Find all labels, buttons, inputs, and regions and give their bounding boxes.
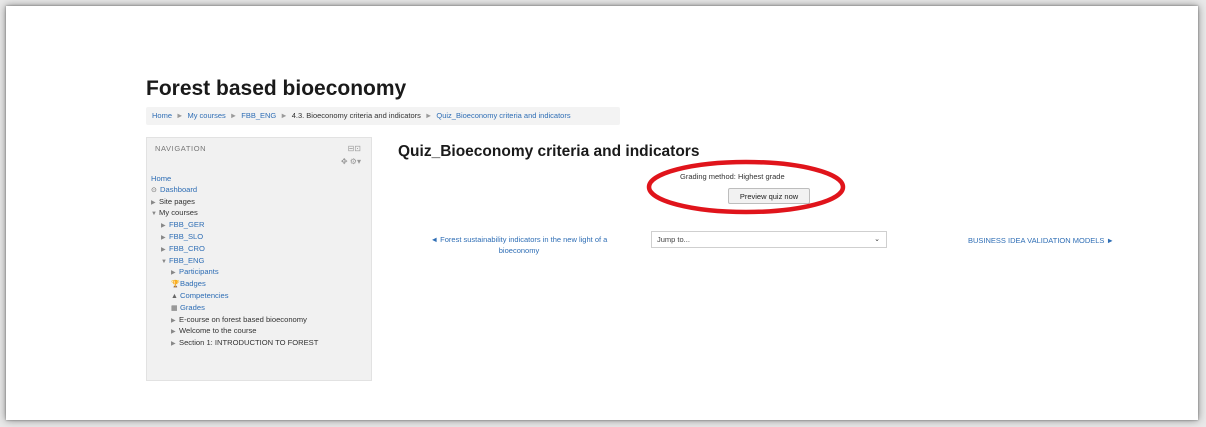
breadcrumb-separator: ►: [176, 111, 184, 120]
nav-item-competencies[interactable]: ▲ Competencies: [151, 291, 318, 303]
nav-item-home[interactable]: Home: [151, 174, 318, 185]
dock-block-icon[interactable]: ⊟⊡: [348, 144, 361, 153]
nav-item-fbb-cro[interactable]: ▶ FBB_CRO: [151, 244, 318, 256]
nav-item-label: Dashboard: [160, 184, 198, 194]
navigation-tree: Home ⊙ Dashboard ▶ Site pages ▼ My courses …: [151, 174, 318, 350]
collapse-arrow-icon: ▼: [161, 258, 167, 265]
site-title: Forest based bioeconomy: [146, 77, 407, 100]
nav-item-label: Badges: [180, 279, 206, 289]
nav-item-label: Site pages: [159, 196, 195, 206]
next-activity-link[interactable]: BUSINESS IDEA VALIDATION MODELS ►: [968, 236, 1114, 245]
nav-item-label: FBB_SLO: [169, 231, 204, 241]
breadcrumb-section[interactable]: 4.3. Bioeconomy criteria and indicators: [292, 111, 421, 120]
navigation-block: NAVIGATION ⊟⊡ ✥ ⚙▾ Home ⊙ Dashboard ▶ Site…: [146, 137, 372, 381]
nav-item-label: My courses: [159, 208, 198, 218]
navigation-title: NAVIGATION: [155, 144, 207, 153]
nav-item-participants[interactable]: ▶ Participants: [151, 267, 318, 279]
nav-item-label: E-course on forest based bioeconomy: [179, 314, 307, 324]
table-icon: ▦: [171, 304, 178, 312]
nav-item-badges[interactable]: 🏆Badges: [151, 279, 318, 291]
nav-item-label: Section 1: INTRODUCTION TO FOREST: [179, 338, 319, 348]
breadcrumb-separator: ►: [280, 111, 288, 120]
dashboard-icon: ⊙: [151, 186, 157, 194]
nav-item-dashboard[interactable]: ⊙ Dashboard: [151, 185, 318, 197]
expand-arrow-icon: ▶: [171, 329, 176, 336]
preview-quiz-button[interactable]: Preview quiz now: [728, 188, 810, 204]
expand-arrow-icon: ▶: [161, 223, 166, 230]
nav-item-site-pages[interactable]: ▶ Site pages: [151, 197, 318, 209]
nav-item-welcome[interactable]: ▶ Welcome to the course: [151, 326, 318, 338]
nav-item-fbb-slo[interactable]: ▶ FBB_SLO: [151, 232, 318, 244]
nav-item-label: Home: [151, 174, 172, 183]
previous-activity-link[interactable]: ◄ Forest sustainability indicators in th…: [410, 234, 628, 256]
nav-item-ecourse[interactable]: ▶ E-course on forest based bioeconomy: [151, 315, 318, 327]
breadcrumb-separator: ►: [229, 111, 238, 120]
breadcrumb-my-courses[interactable]: My courses: [187, 111, 225, 120]
nav-item-fbb-ger[interactable]: ▶ FBB_GER: [151, 220, 318, 232]
competencies-icon: ▲: [171, 292, 178, 300]
breadcrumb-quiz[interactable]: Quiz_Bioeconomy criteria and indicators: [436, 111, 570, 120]
nav-item-label: Welcome to the course: [179, 326, 257, 336]
grading-method: Grading method: Highest grade: [680, 172, 785, 181]
expand-arrow-icon: ▶: [151, 199, 156, 206]
nav-item-label: Competencies: [180, 290, 229, 300]
expand-arrow-icon: ▶: [171, 341, 176, 348]
chevron-down-icon: ⌄: [874, 236, 880, 243]
nav-item-label: FBB_GER: [169, 220, 205, 230]
nav-item-my-courses[interactable]: ▼ My courses: [151, 208, 318, 220]
nav-item-section-1[interactable]: ▶ Section 1: INTRODUCTION TO FOREST: [151, 338, 318, 350]
breadcrumb-home[interactable]: Home: [152, 111, 172, 120]
breadcrumb-course[interactable]: FBB_ENG: [241, 111, 276, 120]
expand-arrow-icon: ▶: [161, 246, 166, 253]
nav-item-grades[interactable]: ▦ Grades: [151, 303, 318, 315]
expand-arrow-icon: ▶: [171, 317, 176, 324]
breadcrumb-separator: ►: [424, 111, 433, 120]
quiz-title: Quiz_Bioeconomy criteria and indicators: [398, 143, 700, 160]
collapse-arrow-icon: ▼: [151, 211, 157, 218]
expand-arrow-icon: ▶: [161, 234, 166, 241]
nav-item-label: Participants: [179, 267, 219, 277]
nav-item-label: Grades: [180, 302, 205, 312]
nav-item-fbb-eng[interactable]: ▼ FBB_ENG: [151, 256, 318, 268]
block-actions-icon[interactable]: ✥ ⚙▾: [341, 157, 361, 166]
nav-item-label: FBB_ENG: [169, 255, 205, 265]
nav-item-label: FBB_CRO: [169, 243, 205, 253]
expand-arrow-icon: ▶: [171, 270, 176, 277]
trophy-icon: 🏆: [171, 281, 180, 289]
jump-to-select[interactable]: Jump to... ⌄: [651, 231, 887, 248]
jump-to-value: Jump to...: [657, 235, 690, 244]
breadcrumb: Home ► My courses ► FBB_ENG ► 4.3. Bioeconomy …: [146, 107, 620, 125]
